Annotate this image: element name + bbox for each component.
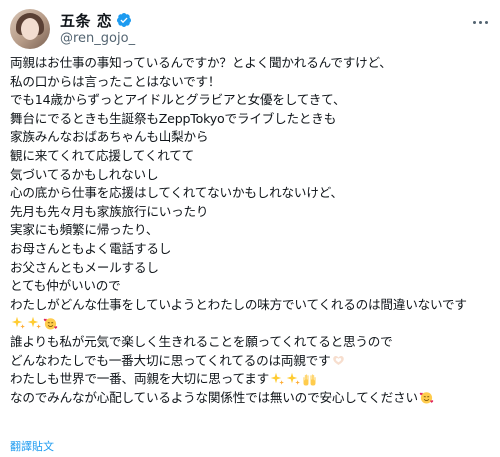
tweet-line: 舞台にでるときも生誕祭もZeppTokyoでライブしたときも — [10, 110, 337, 126]
sparkles-icon — [27, 316, 41, 329]
author-name-row[interactable]: 五条 恋 — [60, 10, 132, 30]
tweet-line: 誰よりも私が元気で楽しく生きれることを願ってくれてると思うので — [10, 333, 393, 349]
display-name[interactable]: 五条 恋 — [60, 10, 112, 31]
tweet-line: とても仲がいいので — [10, 278, 121, 294]
tweet-line: 家族みんなおばあちゃんも山梨から — [10, 129, 209, 145]
tweet-line: 私の口からは言ったことはないです！ — [10, 73, 221, 89]
avatar-face — [21, 18, 39, 40]
avatar[interactable] — [10, 9, 50, 49]
tweet-line: 観に来てくれて応援してくれてて — [10, 147, 195, 163]
smiling-face-with-hearts-icon — [43, 318, 58, 330]
tweet-text: 両親はお仕事の事知っているんですか？とよく聞かれるんですけど、 私の口からは言っ… — [10, 54, 498, 407]
tweet-line: わたしも世界で一番、両親を大切に思ってます — [10, 370, 498, 389]
smiling-face-with-hearts-icon — [419, 392, 434, 404]
tweet-line: でも14歳からずっとアイドルとグラビアと女優をしてきて、 — [10, 92, 346, 108]
more-options-icon[interactable] — [470, 12, 490, 32]
tweet-line-emojis — [10, 314, 498, 333]
raising-hands-icon — [303, 374, 316, 386]
sparkles-icon — [270, 372, 284, 385]
tweet-line: 両親はお仕事の事知っているんですか？とよく聞かれるんですけど、 — [10, 55, 392, 70]
heart-hands-icon — [333, 356, 345, 366]
tweet-line: お父さんともメールするし — [10, 259, 159, 275]
tweet-line: どんなわたしでも一番大切に思ってくれてるのは両親です — [10, 352, 498, 371]
tweet-line: 実家にも頻繁に帰ったり、 — [10, 222, 159, 238]
tweet-line: 心の底から仕事を応援はしてくれてないかもしれないけど、 — [10, 185, 343, 201]
author-handle[interactable]: @ren_gojo_ — [60, 31, 135, 46]
translate-post-link[interactable]: 翻譯貼文 — [10, 438, 54, 454]
tweet-line: 先月も先々月も家族旅行にいったり — [10, 203, 209, 219]
sparkles-icon — [11, 316, 25, 329]
tweet-header: 五条 恋 @ren_gojo_ — [10, 8, 490, 52]
sparkles-icon — [286, 372, 300, 385]
tweet-line: お母さんともよく電話するし — [10, 240, 172, 256]
tweet-line: 気づいてるかもしれないし — [10, 166, 159, 182]
verified-badge-icon — [117, 13, 132, 27]
tweet-line: わたしがどんな仕事をしていようとわたしの味方でいてくれるのは間違いないです — [10, 296, 467, 312]
tweet-line: なのでみんなが心配しているような関係性では無いので安心してください — [10, 389, 498, 408]
